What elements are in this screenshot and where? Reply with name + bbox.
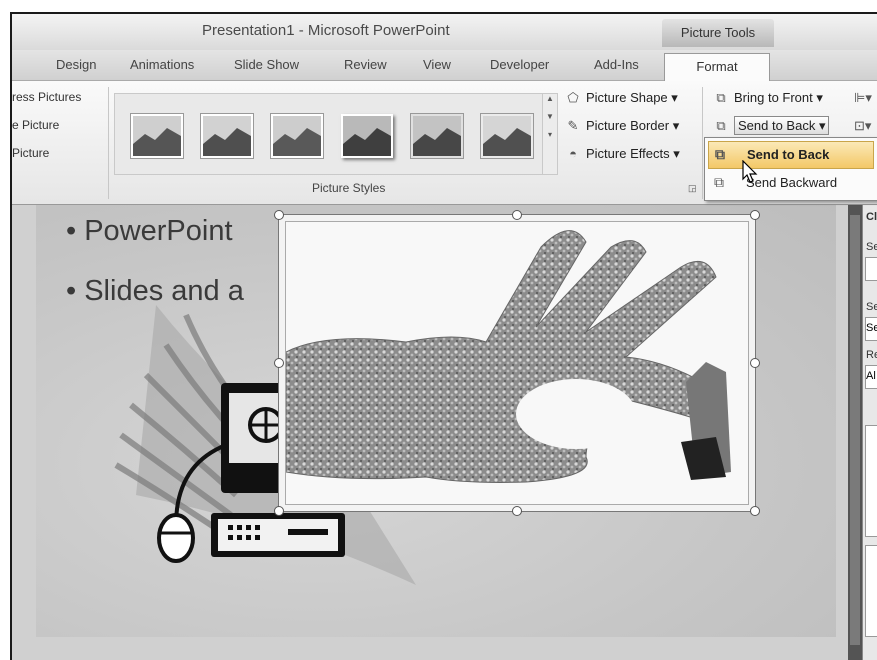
picture-style-thumbnail[interactable] [411, 114, 463, 158]
picture-style-thumbnail[interactable] [271, 114, 323, 158]
resize-handle[interactable] [750, 210, 760, 220]
chevron-down-icon: ▾ [818, 118, 826, 133]
hand-image [286, 230, 731, 483]
resize-handle[interactable] [512, 210, 522, 220]
picture-style-thumbnail[interactable] [341, 114, 393, 158]
picture-effects-button[interactable]: ◓ Picture Effects ▾ [564, 146, 680, 162]
picture-style-thumbnail[interactable] [481, 114, 533, 158]
picture-effects-label: Picture Effects [586, 146, 670, 161]
tab-animations[interactable]: Animations [130, 57, 194, 72]
align-icon[interactable]: ⊫▾ [854, 90, 872, 106]
send-to-back-label: Send to Back [738, 118, 816, 133]
tab-review[interactable]: Review [344, 57, 387, 72]
search-input[interactable] [865, 257, 877, 281]
chevron-down-icon: ▾ [816, 90, 823, 105]
results-value: Al [866, 370, 876, 382]
bring-to-front-button[interactable]: ⧉ Bring to Front ▾ [712, 90, 823, 106]
hand-clip-art-image [285, 221, 749, 505]
group-divider [108, 87, 109, 199]
resize-handle[interactable] [274, 210, 284, 220]
chevron-down-icon: ▾ [672, 118, 680, 133]
picture-shape-button[interactable]: ⬠ Picture Shape ▾ [564, 90, 678, 106]
window-title: Presentation1 - Microsoft PowerPoint [202, 22, 450, 39]
powerpoint-window: Presentation1 - Microsoft PowerPoint Pic… [10, 12, 877, 660]
vertical-scrollbar[interactable] [848, 205, 862, 660]
send-to-back-button[interactable]: ⧉ Send to Back ▾ [712, 116, 830, 135]
bring-to-front-icon: ⧉ [716, 90, 726, 105]
picture-style-thumbnail[interactable] [131, 114, 183, 158]
bullet-text: Slides and a [84, 275, 244, 307]
picture-styles-gallery [114, 93, 544, 175]
dialog-launcher-icon[interactable]: ◲ [688, 183, 697, 194]
tab-developer[interactable]: Developer [490, 57, 549, 72]
resize-handle[interactable] [274, 358, 284, 368]
picture-shape-icon: ⬠ [567, 90, 579, 105]
slide-bullet[interactable]: • PowerPoint [66, 215, 233, 248]
bring-to-front-label: Bring to Front [734, 90, 813, 105]
picture-style-thumbnail[interactable] [201, 114, 253, 158]
tab-format[interactable]: Format [664, 53, 770, 81]
picture-tools-contextual-title: Picture Tools [662, 19, 774, 47]
picture-border-button[interactable]: ✎ Picture Border ▾ [564, 118, 680, 134]
title-bar: Presentation1 - Microsoft PowerPoint Pic… [12, 14, 877, 50]
menu-item-label: Send Backward [746, 175, 838, 190]
chevron-down-icon: ▾ [673, 146, 680, 161]
tab-design[interactable]: Design [56, 57, 96, 72]
clip-art-pane: Clip Se Se Se Re Al [862, 205, 877, 660]
search-in-value: Se [866, 322, 877, 334]
search-in-select[interactable]: Se [865, 317, 877, 341]
clip-art-pane-title: Clip [866, 211, 877, 223]
search-for-label: Se [866, 241, 877, 253]
send-to-back-menu: ⧉ Send to Back ⧉ Send Backward [704, 137, 877, 201]
resize-handle[interactable] [750, 506, 760, 516]
picture-border-icon: ✎ [567, 118, 579, 133]
menu-item-label: Send to Back [747, 147, 830, 162]
picture-styles-group-label: Picture Styles [312, 181, 386, 195]
scrollbar-thumb[interactable] [850, 215, 860, 645]
menu-item-send-backward[interactable]: ⧉ Send Backward [708, 170, 872, 196]
clip-result[interactable] [865, 425, 877, 537]
tab-add-ins[interactable]: Add-Ins [594, 57, 639, 72]
picture-effects-icon: ◓ [569, 146, 577, 161]
send-to-back-icon: ⧉ [715, 146, 725, 162]
group-divider [702, 87, 703, 199]
clip-result[interactable] [865, 545, 877, 637]
resize-handle[interactable] [274, 506, 284, 516]
chevron-down-icon: ▾ [671, 90, 678, 105]
reset-picture-button[interactable]: Picture [12, 146, 49, 160]
resize-handle[interactable] [512, 506, 522, 516]
send-to-back-icon: ⧉ [716, 118, 726, 133]
group-icon[interactable]: ⊡▾ [854, 118, 871, 134]
results-select[interactable]: Al [865, 365, 877, 389]
resize-handle[interactable] [750, 358, 760, 368]
tab-slide-show[interactable]: Slide Show [234, 57, 299, 72]
search-in-label: Se [866, 301, 877, 313]
picture-border-label: Picture Border [586, 118, 670, 133]
selected-picture[interactable] [278, 214, 756, 512]
gallery-scroll[interactable]: ▲ ▼ ▾ [542, 93, 558, 175]
change-picture-button[interactable]: e Picture [12, 118, 59, 132]
menu-item-send-to-back[interactable]: ⧉ Send to Back [708, 141, 874, 169]
compress-pictures-button[interactable]: ress Pictures [12, 90, 81, 104]
tab-view[interactable]: View [423, 57, 451, 72]
picture-shape-label: Picture Shape [586, 90, 668, 105]
mouse-pointer-icon [742, 160, 758, 183]
bullet-text: PowerPoint [84, 215, 233, 247]
send-backward-icon: ⧉ [714, 174, 724, 190]
ribbon-tabs: Design Animations Slide Show Review View… [12, 50, 877, 81]
results-label: Re [866, 349, 877, 361]
slide-bullet[interactable]: • Slides and a [66, 275, 244, 308]
